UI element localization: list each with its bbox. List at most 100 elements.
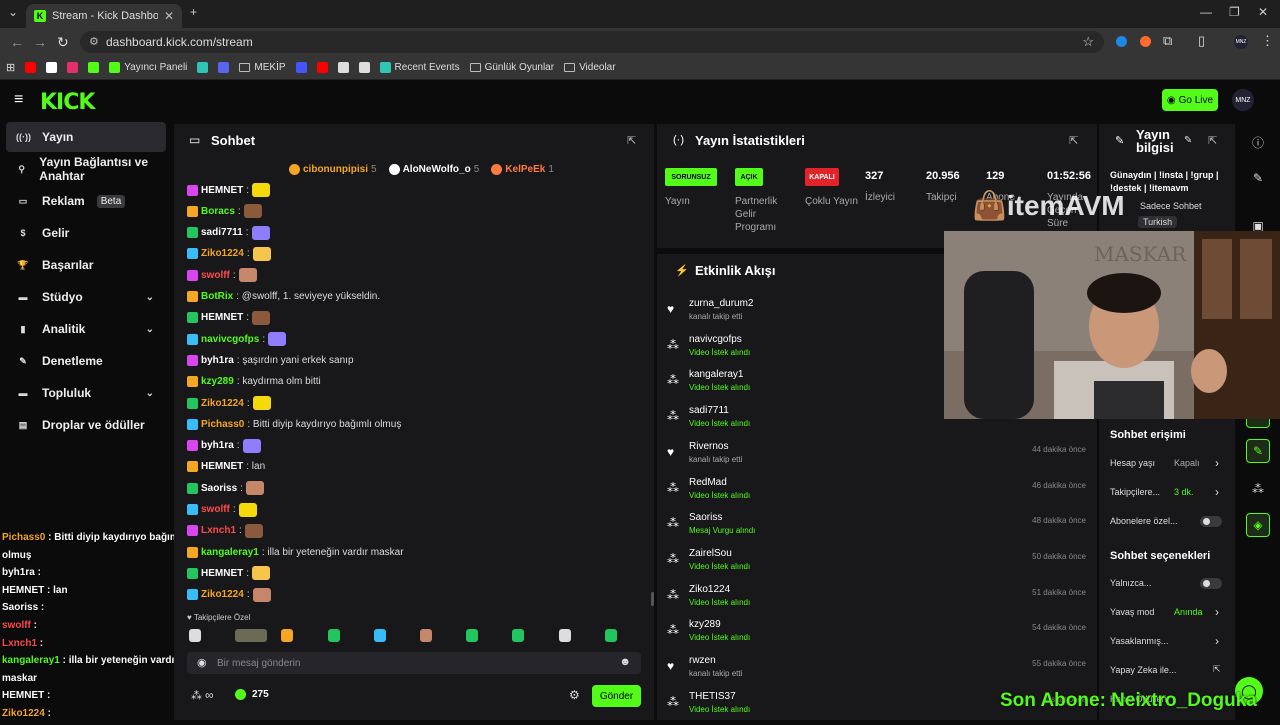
go-live-button[interactable]: ◉ Go Live [1162, 89, 1218, 111]
side-panel-icon[interactable]: ▯ [1198, 33, 1205, 49]
chevron-down-icon[interactable]: ⌄ [146, 324, 154, 335]
chat-username[interactable]: kangaleray1 [201, 547, 259, 558]
sidebar-item[interactable]: ((·)) Yayın [6, 122, 166, 152]
chat-username[interactable]: HEMNET [201, 185, 243, 196]
chat-username[interactable]: HEMNET [201, 461, 243, 472]
event-user[interactable]: ZairelSou [689, 548, 732, 559]
emote-picker-icon[interactable]: ◉ [197, 656, 207, 669]
popout-icon[interactable]: ⇱ [1069, 134, 1078, 147]
chat-username[interactable]: Saoriss [201, 483, 237, 494]
chat-username[interactable]: kzy289 [201, 376, 234, 387]
sidebar-item[interactable]: ⚲ Yayın Bağlantısı ve Anahtar [6, 154, 166, 184]
sidebar-item[interactable]: ✎ Denetleme [6, 346, 166, 376]
minimize-icon[interactable]: — [1200, 5, 1212, 19]
event-user[interactable]: Ziko1224 [689, 584, 730, 595]
forward-icon[interactable]: → [33, 34, 47, 50]
event-user[interactable]: Saoriss [689, 512, 722, 523]
bookmark-item[interactable] [316, 62, 328, 73]
bookmark-item[interactable] [295, 62, 307, 73]
event-user[interactable]: sadi7711 [689, 405, 729, 416]
emote-icon[interactable] [373, 629, 386, 642]
chevron-right-icon[interactable]: › [1215, 456, 1219, 470]
emote-icon[interactable] [327, 629, 340, 642]
bookmark-item[interactable] [197, 62, 209, 73]
chevron-right-icon[interactable]: › [1215, 485, 1219, 499]
chat-username[interactable]: byh1ra [201, 440, 234, 451]
event-user[interactable]: rwzen [689, 655, 716, 666]
event-user[interactable]: kzy289 [689, 619, 721, 630]
extension-icon[interactable] [1140, 36, 1151, 47]
bookmark-item[interactable]: Günlük Oyunlar [469, 62, 554, 73]
avatar[interactable]: MNZ [1232, 89, 1254, 111]
extensions-puzzle-icon[interactable]: ⧉ [1163, 33, 1172, 49]
chevron-right-icon[interactable]: › [1215, 605, 1219, 619]
chat-username[interactable]: Boracs [201, 206, 235, 217]
bookmark-item[interactable] [46, 62, 58, 73]
chat-username[interactable]: sadi7711 [201, 227, 243, 238]
emote-icon[interactable] [235, 629, 268, 642]
kick-logo[interactable]: KICK [40, 90, 95, 115]
emote-icon[interactable] [420, 629, 432, 642]
chat-username[interactable]: swolff [201, 504, 230, 515]
site-info-icon[interactable]: ⚙ [89, 35, 99, 48]
profile-avatar-icon[interactable]: MNZ [1234, 35, 1248, 49]
sidebar-item[interactable]: ▭ Reklam Beta [6, 186, 166, 216]
send-button[interactable]: Gönder [592, 685, 641, 707]
chevron-down-icon[interactable]: ⌄ [146, 388, 154, 399]
bookmark-item[interactable] [358, 62, 370, 73]
emote-icon[interactable] [466, 629, 479, 642]
browser-tab[interactable]: K Stream - Kick Dashboard ✕ [26, 4, 182, 28]
supporter[interactable]: AloNeWolfo_o 5 [388, 162, 479, 176]
toggle-switch[interactable] [1200, 516, 1222, 527]
bookmark-item[interactable]: Yayıncı Paneli [109, 62, 187, 73]
close-window-icon[interactable]: ✕ [1258, 5, 1268, 19]
chat-scrollbar[interactable] [651, 592, 654, 606]
setting-label[interactable]: Yavaş mod [1110, 607, 1154, 617]
toggle-switch[interactable] [1200, 578, 1222, 589]
setting-label[interactable]: Abonelere özel... [1110, 516, 1178, 526]
extension-icon[interactable] [1116, 36, 1127, 47]
bookmark-item[interactable] [25, 62, 37, 73]
chat-username[interactable]: HEMNET [201, 312, 243, 323]
event-user[interactable]: navivcgofps [689, 334, 742, 345]
chevron-right-icon[interactable]: › [1215, 634, 1219, 648]
event-user[interactable]: Rivernos [689, 441, 728, 452]
chat-username[interactable]: navivcgofps [201, 334, 259, 345]
chevron-down-icon[interactable]: ⌄ [146, 292, 154, 303]
hamburger-menu-icon[interactable]: ≡ [14, 91, 23, 109]
setting-label[interactable]: Yapay Zeka ile... [1110, 665, 1176, 675]
bookmark-star-icon[interactable]: ☆ [1082, 34, 1094, 50]
chat-username[interactable]: HEMNET [201, 568, 243, 579]
chat-username[interactable]: Ziko1224 [201, 589, 244, 600]
back-icon[interactable]: ← [10, 34, 24, 50]
event-user[interactable]: kangaleray1 [689, 369, 743, 380]
emote-icon[interactable] [604, 629, 617, 642]
reload-icon[interactable]: ↻ [57, 34, 69, 51]
event-user[interactable]: zurna_durum2 [689, 298, 753, 309]
chat-username[interactable]: swolff [201, 270, 230, 281]
activity-icon[interactable]: ⁂ [1246, 477, 1270, 501]
maximize-icon[interactable]: ❐ [1229, 5, 1240, 19]
emote-icon[interactable] [512, 629, 525, 642]
message-input[interactable]: ◉ Bir mesaj gönderin ☻ [187, 652, 641, 674]
popout-icon[interactable]: ⇱ [627, 134, 636, 147]
chat-username[interactable]: BotRix [201, 291, 233, 302]
sidebar-item[interactable]: $ Gelir [6, 218, 166, 248]
edit-icon[interactable]: ✎ [1184, 135, 1192, 146]
emote-icon[interactable] [558, 629, 571, 642]
setting-label[interactable]: Yasaklanmış... [1110, 636, 1168, 646]
bookmark-item[interactable] [88, 62, 100, 73]
chat-username[interactable]: Ziko1224 [201, 248, 244, 259]
tab-search-icon[interactable]: ⌄ [8, 5, 18, 19]
moderation-icon[interactable]: ◈ [1246, 513, 1270, 537]
smiley-icon[interactable]: ☻ [619, 656, 631, 668]
setting-label[interactable]: Hesap yaşı [1110, 458, 1155, 468]
chat-username[interactable]: Pichass0 [201, 419, 244, 430]
chat-username[interactable]: Lxnch1 [201, 525, 236, 536]
bookmark-item[interactable] [67, 62, 79, 73]
chat-username[interactable]: Ziko1224 [201, 398, 244, 409]
bookmark-item[interactable]: MEKİP [239, 62, 286, 73]
bookmark-item[interactable]: Videolar [564, 62, 616, 73]
popout-icon[interactable]: ⇱ [1208, 134, 1217, 147]
emote-icon[interactable] [189, 629, 201, 642]
